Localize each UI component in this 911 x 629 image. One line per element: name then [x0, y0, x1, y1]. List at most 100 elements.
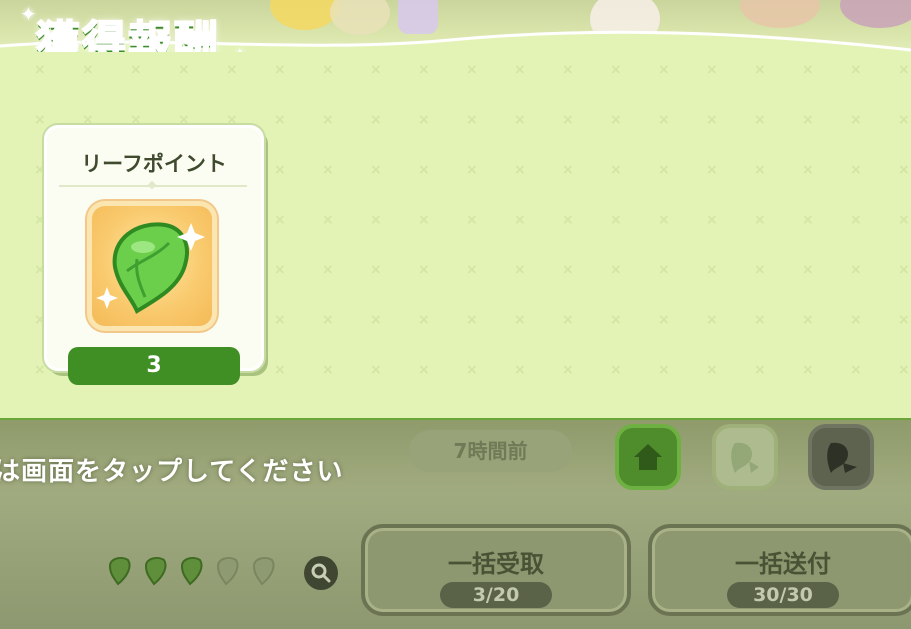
- pattern-mark: ×: [322, 162, 334, 178]
- bulk-receive-label: 一括受取: [448, 550, 544, 578]
- pattern-mark: ×: [418, 162, 430, 178]
- pattern-mark: ×: [370, 312, 382, 328]
- pattern-mark: ×: [466, 162, 478, 178]
- pattern-mark: ×: [802, 262, 814, 278]
- pattern-mark: ×: [274, 162, 286, 178]
- pattern-mark: ×: [466, 212, 478, 228]
- pattern-mark: ×: [898, 312, 910, 328]
- pattern-mark: ×: [706, 62, 718, 78]
- pattern-mark: ×: [562, 112, 574, 128]
- bulk-send-count: 30/30: [727, 582, 839, 608]
- send-button[interactable]: [808, 424, 874, 490]
- leaf-empty-icon: [252, 557, 275, 586]
- pattern-mark: ×: [754, 362, 766, 378]
- pattern-mark: ×: [466, 362, 478, 378]
- bulk-send-label: 一括送付: [735, 550, 831, 578]
- pattern-mark: ×: [706, 162, 718, 178]
- bulk-send-button[interactable]: 一括送付 30/30: [648, 524, 911, 616]
- pattern-mark: ×: [418, 262, 430, 278]
- pattern-mark: ×: [274, 112, 286, 128]
- pattern-mark: ×: [658, 312, 670, 328]
- pattern-mark: ×: [274, 312, 286, 328]
- pattern-mark: ×: [370, 162, 382, 178]
- leaf-empty-icon: [216, 557, 239, 586]
- pattern-mark: ×: [466, 262, 478, 278]
- character-portrait-2: [740, 0, 820, 28]
- pattern-mark: ×: [850, 312, 862, 328]
- background-screen: は画面をタップしてください 7時間前 一括受取 3/20 一括送付 30/30: [0, 420, 911, 629]
- search-icon: [311, 563, 331, 583]
- pattern-mark: ×: [466, 312, 478, 328]
- pattern-mark: ×: [514, 312, 526, 328]
- pattern-mark: ×: [514, 262, 526, 278]
- pattern-mark: ×: [466, 112, 478, 128]
- pattern-mark: ×: [34, 62, 46, 78]
- pattern-mark: ×: [274, 262, 286, 278]
- reward-item-count: 3: [68, 347, 240, 385]
- pattern-mark: ×: [898, 62, 910, 78]
- pattern-mark: ×: [562, 312, 574, 328]
- pattern-mark: ×: [754, 162, 766, 178]
- bulk-receive-button[interactable]: 一括受取 3/20: [361, 524, 631, 616]
- pattern-mark: ×: [610, 262, 622, 278]
- header-banner: 獲得報酬 ✦ ✦: [0, 0, 911, 60]
- pattern-mark: ×: [370, 112, 382, 128]
- home-button[interactable]: [615, 424, 681, 490]
- pattern-mark: ×: [898, 262, 910, 278]
- pattern-mark: ×: [514, 62, 526, 78]
- pattern-mark: ×: [802, 112, 814, 128]
- pattern-mark: ×: [802, 312, 814, 328]
- pattern-mark: ×: [610, 312, 622, 328]
- pattern-mark: ×: [274, 212, 286, 228]
- pattern-mark: ×: [898, 162, 910, 178]
- reward-panel[interactable]: × × × × × × × × × × × × × × × × × × × × × × × × × × × × × × × × × × × × × × × ×…: [0, 52, 911, 422]
- pattern-mark: ×: [562, 62, 574, 78]
- pattern-mark: ×: [658, 262, 670, 278]
- pattern-mark: ×: [898, 212, 910, 228]
- reward-item-tile: [87, 201, 217, 331]
- pattern-mark: ×: [754, 62, 766, 78]
- pattern-mark: ×: [418, 362, 430, 378]
- gift-leaf-icon: [731, 442, 759, 473]
- pattern-mark: ×: [322, 112, 334, 128]
- pattern-mark: ×: [658, 112, 670, 128]
- pattern-mark: ×: [610, 212, 622, 228]
- send-leaf-icon: [827, 442, 857, 473]
- pattern-mark: ×: [706, 312, 718, 328]
- pattern-mark: ×: [850, 362, 862, 378]
- leaf-point-icon: [96, 222, 205, 314]
- pattern-mark: ×: [658, 62, 670, 78]
- pattern-mark: ×: [610, 62, 622, 78]
- character-portrait-3: [840, 0, 911, 28]
- leaf-stamina-row: [104, 554, 278, 586]
- reward-item-name: リーフポイント: [81, 152, 227, 176]
- pattern-mark: ×: [514, 212, 526, 228]
- pattern-mark: ×: [754, 212, 766, 228]
- pattern-mark: ×: [514, 162, 526, 178]
- tap-to-continue-hint: は画面をタップしてください: [0, 457, 344, 487]
- pattern-mark: ×: [562, 212, 574, 228]
- sparkle-icon: ✦: [20, 2, 37, 26]
- pattern-mark: ×: [610, 362, 622, 378]
- pattern-mark: ×: [322, 362, 334, 378]
- pattern-mark: ×: [322, 212, 334, 228]
- pattern-mark: ×: [226, 62, 238, 78]
- pattern-mark: ×: [658, 212, 670, 228]
- pattern-mark: ×: [178, 62, 190, 78]
- pattern-mark: ×: [850, 62, 862, 78]
- pattern-mark: ×: [322, 312, 334, 328]
- pattern-mark: ×: [610, 162, 622, 178]
- time-badge: 7時間前: [409, 430, 572, 472]
- pattern-mark: ×: [802, 362, 814, 378]
- search-button[interactable]: [304, 556, 338, 590]
- card-divider: [59, 185, 247, 187]
- pattern-mark: ×: [610, 112, 622, 128]
- leaf-filled-icon: [108, 557, 131, 586]
- pattern-mark: ×: [418, 112, 430, 128]
- pattern-mark: ×: [418, 212, 430, 228]
- pattern-mark: ×: [658, 162, 670, 178]
- bulk-receive-count: 3/20: [440, 582, 552, 608]
- pattern-mark: ×: [274, 62, 286, 78]
- gift-button[interactable]: [712, 424, 778, 490]
- pattern-mark: ×: [754, 312, 766, 328]
